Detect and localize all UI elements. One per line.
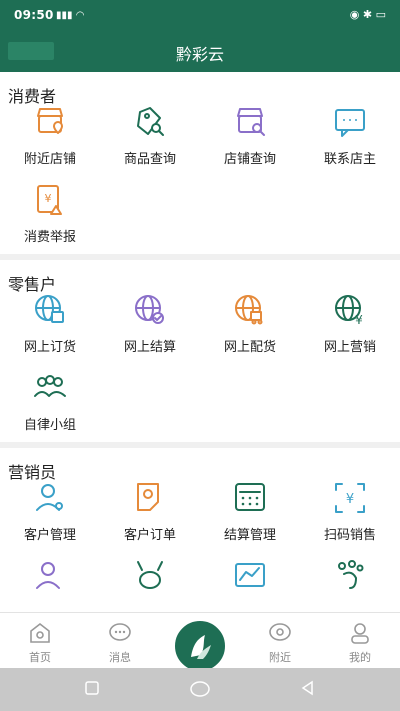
report-icon: ¥ — [37, 185, 62, 215]
function-label: 结算管理 — [223, 528, 276, 543]
function-item[interactable]: 联系店主 — [300, 98, 400, 176]
function-label: 网上配货 — [223, 340, 276, 355]
function-item[interactable]: ¥ 消费举报 — [0, 176, 100, 254]
home-icon — [30, 622, 50, 643]
globe-check-icon — [135, 295, 164, 324]
function-item[interactable]: 附近店铺 — [0, 98, 100, 176]
chat-icon — [335, 109, 365, 137]
globe-yen-icon: ¥ — [335, 295, 363, 327]
tab-nearby[interactable]: 附近 — [240, 613, 320, 669]
scan-yen-icon: ¥ — [335, 483, 365, 513]
function-item[interactable]: 客户订单 — [100, 474, 200, 552]
function-label: 网上结算 — [123, 340, 176, 355]
home-nav-icon[interactable] — [190, 680, 210, 698]
section-title: 营销员 — [8, 463, 57, 482]
tab-messages[interactable]: 消息 — [80, 613, 160, 669]
function-label: 扫码销售 — [323, 528, 376, 543]
user-gear-icon — [36, 484, 63, 511]
function-item[interactable]: ¥ 扫码销售 — [300, 474, 400, 552]
function-item[interactable] — [200, 552, 300, 612]
center-home-button[interactable] — [172, 618, 228, 674]
function-label: 商品查询 — [123, 152, 176, 167]
tab-label: 首页 — [29, 651, 51, 664]
system-nav-bar — [0, 668, 400, 711]
function-item[interactable]: 商品查询 — [100, 98, 200, 176]
group-icon — [34, 375, 66, 397]
function-label: 店铺查询 — [223, 152, 276, 167]
globe-cart-icon — [35, 295, 64, 323]
tab-label: 附近 — [269, 651, 291, 664]
svg-text:¥: ¥ — [346, 492, 354, 507]
function-item[interactable]: 自律小组 — [0, 364, 100, 442]
tab-label: 我的 — [349, 651, 371, 664]
profile-icon — [351, 623, 369, 644]
tab-home[interactable]: 首页 — [0, 613, 80, 669]
section-consumer: 消费者 附近店铺 商品查询 店铺查询 联系店主 ¥ 消费举报 — [0, 72, 400, 260]
status-time: 09:50 — [14, 8, 54, 22]
tab-label: 消息 — [109, 651, 131, 664]
function-item[interactable]: 客户管理 — [0, 474, 100, 552]
chart-icon — [235, 563, 265, 587]
function-label: 消费举报 — [23, 230, 76, 245]
function-item[interactable]: 店铺查询 — [200, 98, 300, 176]
function-label: 网上订货 — [23, 340, 76, 355]
function-item[interactable] — [300, 552, 400, 612]
function-label: 联系店主 — [323, 152, 376, 167]
main-content[interactable]: 消费者 附近店铺 商品查询 店铺查询 联系店主 ¥ 消费举报 零售户 网上订货 网上结算 网上… — [0, 72, 400, 612]
store-search-icon — [237, 108, 265, 136]
calculator-icon — [235, 483, 265, 511]
user-icon — [36, 562, 60, 589]
tab-profile[interactable]: 我的 — [320, 613, 400, 669]
function-grid: 客户管理 客户订单 结算管理 ¥ 扫码销售 — [0, 474, 400, 612]
globe-truck-icon — [235, 295, 263, 325]
section-salesman: 营销员 客户管理 客户订单 结算管理 ¥ 扫码销售 — [0, 448, 400, 612]
function-grid: 附近店铺 商品查询 店铺查询 联系店主 ¥ 消费举报 — [0, 98, 400, 254]
app-header: 黔彩云 — [0, 32, 400, 72]
location-icon — [269, 623, 291, 641]
page-title: 黔彩云 — [175, 45, 224, 64]
function-item[interactable]: 网上结算 — [100, 286, 200, 364]
function-label: 网上营销 — [323, 340, 376, 355]
tag-search-icon — [137, 107, 164, 136]
svg-text:¥: ¥ — [45, 192, 52, 205]
message-icon — [109, 623, 131, 641]
function-grid: 网上订货 网上结算 网上配货 ¥ 网上营销自律小组 — [0, 286, 400, 442]
brand-logo-icon — [191, 635, 211, 659]
svg-text:¥: ¥ — [355, 313, 363, 327]
antenna-icon — [137, 561, 163, 589]
function-item[interactable]: 结算管理 — [200, 474, 300, 552]
recent-apps-icon[interactable] — [84, 680, 100, 696]
store-location-icon — [37, 108, 63, 134]
function-item[interactable] — [0, 552, 100, 612]
section-title: 零售户 — [8, 275, 57, 294]
section-title: 消费者 — [8, 87, 57, 106]
function-label: 自律小组 — [23, 418, 76, 433]
section-retailer: 零售户 网上订货 网上结算 网上配货 ¥ 网上营销自律小组 — [0, 260, 400, 448]
function-item[interactable]: 网上配货 — [200, 286, 300, 364]
status-bar: 09:50 ▮▮▮ ◠ ◉ ✱ ▭ — [0, 0, 400, 32]
function-item[interactable]: 网上订货 — [0, 286, 100, 364]
battery-icon: ◉ ✱ ▭ — [349, 8, 386, 21]
signal-icon: ▮▮▮ ◠ — [56, 10, 85, 21]
back-nav-icon[interactable] — [300, 680, 316, 696]
footprint-icon — [338, 560, 364, 589]
function-label: 附近店铺 — [23, 152, 76, 167]
function-item[interactable] — [100, 552, 200, 612]
function-item[interactable]: ¥ 网上营销 — [300, 286, 400, 364]
order-gear-icon — [137, 483, 159, 511]
function-label: 客户订单 — [123, 528, 176, 543]
function-label: 客户管理 — [23, 528, 76, 543]
